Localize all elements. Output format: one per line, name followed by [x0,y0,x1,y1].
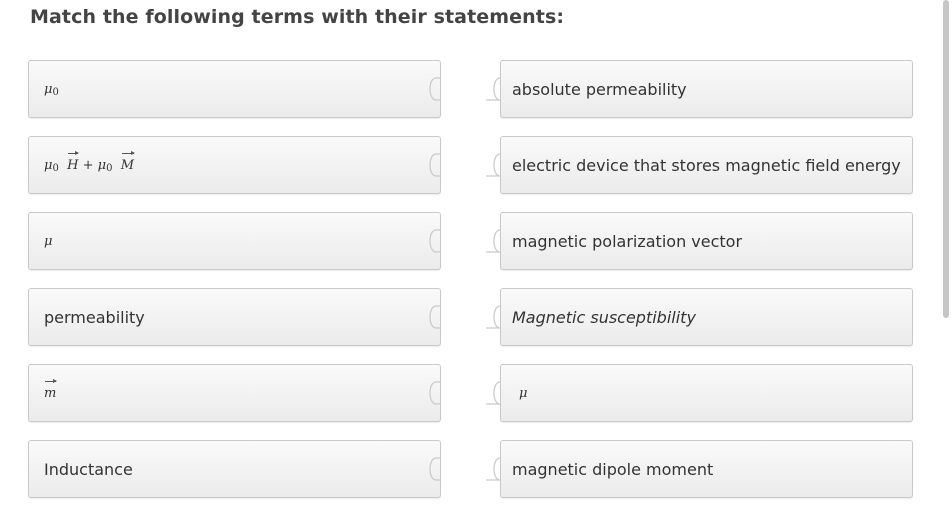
term-label: μ0 H + μ0 M [44,150,136,174]
statement-label: absolute permeability [512,79,687,99]
statement-tile-magnetic-susceptibility[interactable]: Magnetic susceptibility [486,288,913,346]
statement-label: magnetic dipole moment [512,459,714,479]
term-label: permeability [44,307,145,327]
statement-tile-mu[interactable]: μ [486,364,913,422]
puzzle-connector-icon [486,305,501,329]
puzzle-connector-icon [429,229,440,253]
statement-label: μ [519,385,528,401]
puzzle-connector-icon [429,305,440,329]
scrollbar-thumb[interactable] [943,0,949,318]
statement-tile-absolute-permeability[interactable]: absolute permeability [486,60,913,118]
term-tile-mu[interactable]: μ [28,212,441,270]
statement-tile-magnetic-polarization-vector[interactable]: magnetic polarization vector [486,212,913,270]
puzzle-connector-icon [486,77,501,101]
statement-label: electric device that stores magnetic fie… [512,155,901,175]
term-label: μ [44,233,53,249]
statement-label: Magnetic susceptibility [512,307,696,327]
statement-tile-electric-device[interactable]: electric device that stores magnetic fie… [486,136,913,194]
term-tile-mu0h-mu0m[interactable]: μ0 H + μ0 M [28,136,441,194]
puzzle-connector-icon [429,77,440,101]
term-tile-m-vector[interactable]: m [28,364,441,422]
puzzle-connector-icon [429,457,440,481]
puzzle-connector-icon [486,229,501,253]
term-tile-inductance[interactable]: Inductance [28,440,441,498]
term-tile-mu0[interactable]: μ0 [28,60,441,118]
puzzle-connector-icon [486,153,501,177]
term-tile-permeability[interactable]: permeability [28,288,441,346]
statement-tile-magnetic-dipole-moment[interactable]: magnetic dipole moment [486,440,913,498]
puzzle-connector-icon [486,457,501,481]
puzzle-connector-icon [429,153,440,177]
puzzle-connector-icon [429,381,440,405]
term-label: μ0 [44,81,59,98]
statement-label: magnetic polarization vector [512,231,743,251]
puzzle-connector-icon [486,381,501,405]
page-title: Match the following terms with their sta… [30,6,565,28]
term-label: Inductance [44,459,133,479]
term-label: m [44,378,58,401]
